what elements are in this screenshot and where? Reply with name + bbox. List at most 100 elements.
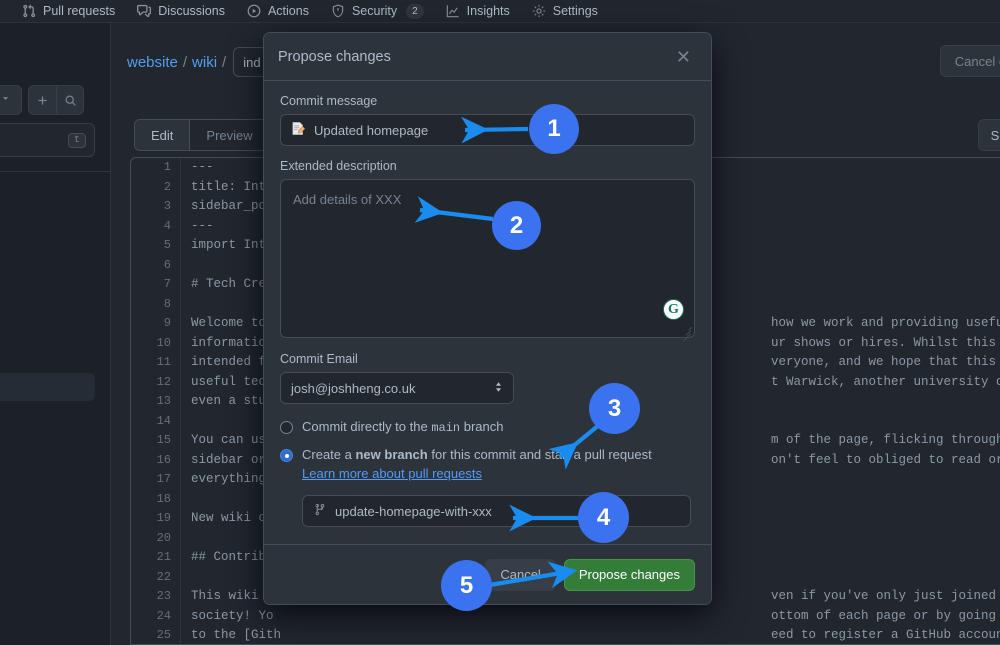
commit-direct-text-after: branch bbox=[460, 419, 503, 434]
line-number: 4 bbox=[131, 217, 180, 237]
learn-more-pull-requests-link[interactable]: Learn more about pull requests bbox=[302, 466, 482, 481]
line-number: 9 bbox=[131, 314, 180, 334]
memo-emoji-icon bbox=[291, 121, 306, 139]
chevron-down-icon bbox=[0, 91, 11, 109]
new-branch-radio[interactable] bbox=[280, 449, 293, 462]
line-number: 3 bbox=[131, 197, 180, 217]
propose-changes-dialog: Propose changes ✕ Commit message Updated… bbox=[264, 33, 711, 604]
spaces-label: Spaces bbox=[991, 128, 1000, 143]
line-number: 12 bbox=[131, 373, 180, 393]
graph-icon bbox=[446, 4, 460, 18]
line-number: 8 bbox=[131, 295, 180, 315]
line-number: 23 bbox=[131, 587, 180, 607]
play-circle-icon bbox=[247, 4, 261, 18]
line-number: 18 bbox=[131, 490, 180, 510]
commit-email-value: josh@joshheng.co.uk bbox=[291, 381, 416, 396]
left-panel: t bbox=[0, 23, 111, 645]
cancel-button[interactable]: Cancel bbox=[485, 559, 555, 591]
sidebar-placeholder-item[interactable] bbox=[0, 373, 95, 401]
extended-description-label: Extended description bbox=[280, 159, 695, 173]
breadcrumb: website / wiki / ind bbox=[127, 47, 271, 77]
spaces-selector-button[interactable]: Spaces bbox=[978, 119, 1000, 151]
line-number: 16 bbox=[131, 451, 180, 471]
line-number: 24 bbox=[131, 607, 180, 627]
git-pull-request-icon bbox=[22, 4, 36, 18]
line-number: 19 bbox=[131, 509, 180, 529]
sidebar-search-field[interactable]: t bbox=[0, 123, 95, 157]
line-number-gutter: 1234567891011121314151617181920212223242… bbox=[131, 158, 181, 644]
line-number: 2 bbox=[131, 178, 180, 198]
left-panel-button-row bbox=[0, 85, 84, 115]
commit-email-select[interactable]: josh@joshheng.co.uk bbox=[280, 372, 514, 404]
breadcrumb-wiki-link[interactable]: wiki bbox=[192, 54, 217, 71]
commit-email-label: Commit Email bbox=[280, 352, 695, 366]
sidebar-action-group[interactable] bbox=[28, 85, 84, 115]
nav-label: Security bbox=[352, 4, 397, 18]
textarea-resize-handle[interactable] bbox=[681, 325, 691, 335]
search-shortcut-key: t bbox=[68, 133, 86, 148]
gear-icon bbox=[532, 4, 546, 18]
commit-direct-label: Commit directly to the main branch bbox=[302, 418, 504, 437]
line-number: 15 bbox=[131, 431, 180, 451]
commit-direct-radio[interactable] bbox=[280, 421, 293, 434]
line-number: 21 bbox=[131, 548, 180, 568]
new-branch-text-after: for this commit and start a pull request bbox=[428, 447, 652, 462]
cancel-changes-button[interactable]: Cancel changes bbox=[940, 45, 1000, 77]
new-branch-text-before: Create a bbox=[302, 447, 355, 462]
security-alert-count: 2 bbox=[406, 4, 424, 19]
new-branch-option[interactable]: Create a new branch for this commit and … bbox=[280, 446, 695, 484]
nav-item-security[interactable]: Security 2 bbox=[331, 4, 424, 19]
nav-label: Actions bbox=[268, 4, 309, 18]
line-number: 11 bbox=[131, 353, 180, 373]
dialog-footer: Cancel Propose changes bbox=[264, 544, 711, 604]
nav-label: Pull requests bbox=[43, 4, 115, 18]
commit-direct-option[interactable]: Commit directly to the main branch bbox=[280, 418, 695, 437]
nav-item-actions[interactable]: Actions bbox=[247, 4, 309, 18]
new-branch-bold: new branch bbox=[355, 447, 427, 462]
left-panel-divider bbox=[0, 171, 111, 172]
main-branch-name: main bbox=[431, 421, 460, 435]
commit-message-label: Commit message bbox=[280, 94, 695, 108]
dialog-header: Propose changes ✕ bbox=[264, 33, 711, 81]
editor-tabs: Edit Preview bbox=[134, 119, 270, 151]
dialog-body: Commit message Updated homepage Extended… bbox=[264, 81, 711, 527]
new-branch-label: Create a new branch for this commit and … bbox=[302, 446, 687, 484]
tab-preview[interactable]: Preview bbox=[190, 120, 268, 150]
nav-item-insights[interactable]: Insights bbox=[446, 4, 510, 18]
nav-item-pull-requests[interactable]: Pull requests bbox=[22, 4, 115, 18]
nav-label: Settings bbox=[553, 4, 598, 18]
commit-message-value: Updated homepage bbox=[314, 123, 428, 138]
propose-changes-button[interactable]: Propose changes bbox=[564, 559, 695, 591]
branch-name-input[interactable]: update-homepage-with-xxx bbox=[302, 495, 691, 527]
branch-name-value: update-homepage-with-xxx bbox=[335, 504, 492, 519]
line-number: 10 bbox=[131, 334, 180, 354]
line-number: 1 bbox=[131, 158, 180, 178]
dialog-title: Propose changes bbox=[278, 49, 391, 65]
line-number: 13 bbox=[131, 392, 180, 412]
commit-message-input[interactable]: Updated homepage bbox=[280, 114, 695, 146]
extended-description-textarea[interactable]: Add details of XXX G bbox=[280, 179, 695, 338]
line-number: 14 bbox=[131, 412, 180, 432]
line-number: 7 bbox=[131, 275, 180, 295]
breadcrumb-repo-link[interactable]: website bbox=[127, 54, 178, 71]
plus-icon[interactable] bbox=[29, 86, 56, 114]
breadcrumb-separator: / bbox=[183, 54, 187, 71]
line-number: 5 bbox=[131, 236, 180, 256]
close-icon[interactable]: ✕ bbox=[670, 44, 697, 70]
sidebar-dropdown-button[interactable] bbox=[0, 85, 22, 115]
nav-item-settings[interactable]: Settings bbox=[532, 4, 598, 18]
tab-edit[interactable]: Edit bbox=[135, 120, 190, 150]
nav-label: Discussions bbox=[158, 4, 225, 18]
shield-icon bbox=[331, 4, 345, 18]
repository-nav: Pull requests Discussions Actions Securi… bbox=[0, 0, 1000, 22]
grammarly-icon[interactable]: G bbox=[663, 299, 684, 320]
code-line: society! Yoottom of each page or by goin… bbox=[181, 607, 1000, 627]
chevron-updown-icon bbox=[494, 381, 503, 396]
git-branch-icon bbox=[313, 503, 326, 519]
line-number: 22 bbox=[131, 568, 180, 588]
search-icon[interactable] bbox=[56, 86, 83, 114]
nav-item-discussions[interactable]: Discussions bbox=[137, 4, 225, 18]
line-number: 6 bbox=[131, 256, 180, 276]
line-number: 17 bbox=[131, 470, 180, 490]
commit-direct-text-before: Commit directly to the bbox=[302, 419, 431, 434]
